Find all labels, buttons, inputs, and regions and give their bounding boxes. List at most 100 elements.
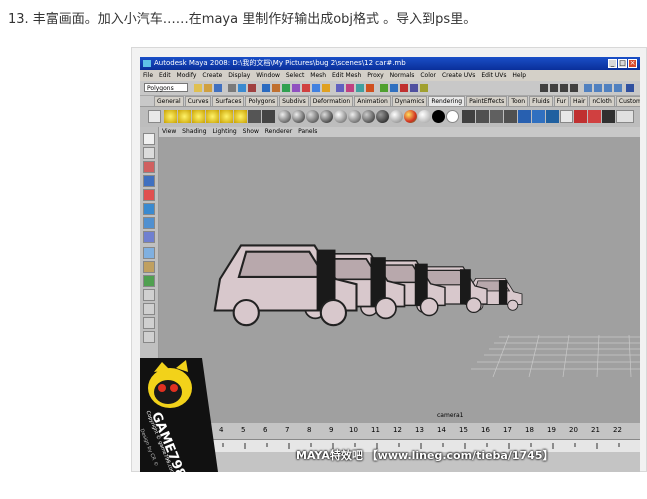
axis-icon[interactable] xyxy=(626,84,634,92)
render-globals-icon[interactable] xyxy=(420,84,428,92)
menu-modify[interactable]: Modify xyxy=(177,72,197,79)
phonge-sphere-icon[interactable] xyxy=(320,110,333,123)
spot-light-icon[interactable] xyxy=(206,110,219,123)
paint-select-tool-icon[interactable] xyxy=(143,161,155,173)
directional-light-icon[interactable] xyxy=(178,110,191,123)
mask-handle-icon[interactable] xyxy=(262,84,270,92)
save-scene-icon[interactable] xyxy=(214,84,222,92)
mask-deform-icon[interactable] xyxy=(302,84,310,92)
move-tool-icon[interactable] xyxy=(143,175,155,187)
menu-mesh[interactable]: Mesh xyxy=(310,72,326,79)
shading-map-icon[interactable] xyxy=(376,110,389,123)
lasso-tool-icon[interactable] xyxy=(143,147,155,159)
panel-menu-renderer[interactable]: Renderer xyxy=(265,128,292,135)
menu-edit-mesh[interactable]: Edit Mesh xyxy=(332,72,361,79)
white-sphere-icon[interactable] xyxy=(446,110,459,123)
tool-settings-icon[interactable] xyxy=(594,84,602,92)
layout-panel-icon[interactable] xyxy=(143,317,155,329)
menu-help[interactable]: Help xyxy=(512,72,526,79)
layer-editor-icon[interactable] xyxy=(614,84,622,92)
point-light-icon[interactable] xyxy=(192,110,205,123)
layout-graph-view-icon[interactable] xyxy=(143,289,155,301)
open-scene-icon[interactable] xyxy=(204,84,212,92)
mask-joint-icon[interactable] xyxy=(272,84,280,92)
render-view-icon[interactable] xyxy=(390,84,398,92)
snap-point-icon[interactable] xyxy=(356,84,364,92)
select-object-icon[interactable] xyxy=(238,84,246,92)
paint-effects-icon[interactable] xyxy=(602,110,615,123)
mask-dynamic-icon[interactable] xyxy=(312,84,320,92)
panel-menu-panels[interactable]: Panels xyxy=(298,128,317,135)
mask-curve-icon[interactable] xyxy=(282,84,290,92)
layout-single-icon[interactable] xyxy=(540,84,548,92)
render-globals-shelf-icon[interactable] xyxy=(504,110,517,123)
ramp-shader-icon[interactable] xyxy=(362,110,375,123)
menu-display[interactable]: Display xyxy=(228,72,250,79)
select-component-icon[interactable] xyxy=(248,84,256,92)
attribute-editor-icon[interactable] xyxy=(584,84,592,92)
close-button[interactable]: × xyxy=(628,59,637,68)
volume-light-icon[interactable] xyxy=(234,110,247,123)
snap-curve-icon[interactable] xyxy=(346,84,354,92)
panel-menu-view[interactable]: View xyxy=(162,128,176,135)
menu-create-uvs[interactable]: Create UVs xyxy=(442,72,475,79)
mental-ray-icon[interactable] xyxy=(616,110,634,123)
panel-menu-shading[interactable]: Shading xyxy=(182,128,206,135)
ambient-light-icon[interactable] xyxy=(164,110,177,123)
render-view-shelf-icon[interactable] xyxy=(462,110,475,123)
snap-surface-icon[interactable] xyxy=(366,84,374,92)
menu-create[interactable]: Create xyxy=(202,72,222,79)
last-tool-icon[interactable] xyxy=(143,231,155,243)
phong-sphere-icon[interactable] xyxy=(306,110,319,123)
render-settings-icon[interactable] xyxy=(532,110,545,123)
maximize-button[interactable]: □ xyxy=(618,59,627,68)
menu-select[interactable]: Select xyxy=(286,72,305,79)
layout-four-icon[interactable] xyxy=(550,84,558,92)
menu-edit[interactable]: Edit xyxy=(159,72,171,79)
layered-shader-icon[interactable] xyxy=(348,110,361,123)
camera-aim-icon[interactable] xyxy=(262,110,275,123)
black-sphere-icon[interactable] xyxy=(432,110,445,123)
lambert-sphere-icon[interactable] xyxy=(278,110,291,123)
blinn-sphere-icon[interactable] xyxy=(292,110,305,123)
new-scene-icon[interactable] xyxy=(194,84,202,92)
hypershade-icon[interactable] xyxy=(518,110,531,123)
batch-render-icon[interactable] xyxy=(546,110,559,123)
select-tool-icon[interactable] xyxy=(143,133,155,145)
env-sphere-icon[interactable] xyxy=(418,110,431,123)
break-light-links-icon[interactable] xyxy=(574,110,587,123)
layout-graph-icon[interactable] xyxy=(570,84,578,92)
menu-edit-uvs[interactable]: Edit UVs xyxy=(481,72,506,79)
relationship-editor-icon[interactable] xyxy=(560,110,573,123)
layout-four-view-icon[interactable] xyxy=(143,261,155,273)
manipulator-tool-icon[interactable] xyxy=(143,217,155,229)
mask-surface-icon[interactable] xyxy=(292,84,300,92)
mask-render-icon[interactable] xyxy=(322,84,330,92)
anisotropic-sphere-icon[interactable] xyxy=(334,110,347,123)
menu-normals[interactable]: Normals xyxy=(390,72,415,79)
surface-shader-icon[interactable] xyxy=(390,110,403,123)
layout-hypershade-icon[interactable] xyxy=(143,303,155,315)
rotate-tool-icon[interactable] xyxy=(143,189,155,201)
layout-outliner-view-icon[interactable] xyxy=(143,275,155,287)
ipr-shelf-icon[interactable] xyxy=(490,110,503,123)
select-hierarchy-icon[interactable] xyxy=(228,84,236,92)
menu-proxy[interactable]: Proxy xyxy=(367,72,383,79)
minimize-button[interactable]: _ xyxy=(608,59,617,68)
shelf-menu-icon[interactable] xyxy=(148,110,161,123)
make-light-links-icon[interactable] xyxy=(588,110,601,123)
perspective-viewport[interactable]: camera1 xyxy=(159,137,640,423)
render-current-shelf-icon[interactable] xyxy=(476,110,489,123)
menu-color[interactable]: Color xyxy=(420,72,436,79)
layout-extra-icon[interactable] xyxy=(143,331,155,343)
render-current-icon[interactable] xyxy=(400,84,408,92)
channel-box-icon[interactable] xyxy=(604,84,612,92)
ipr-render-icon[interactable] xyxy=(410,84,418,92)
menu-file[interactable]: File xyxy=(143,72,153,79)
history-icon[interactable] xyxy=(380,84,388,92)
layout-persp-icon[interactable] xyxy=(143,247,155,259)
layout-outliner-icon[interactable] xyxy=(560,84,568,92)
menu-window[interactable]: Window xyxy=(256,72,280,79)
panel-menu-lighting[interactable]: Lighting xyxy=(212,128,236,135)
camera-icon[interactable] xyxy=(248,110,261,123)
